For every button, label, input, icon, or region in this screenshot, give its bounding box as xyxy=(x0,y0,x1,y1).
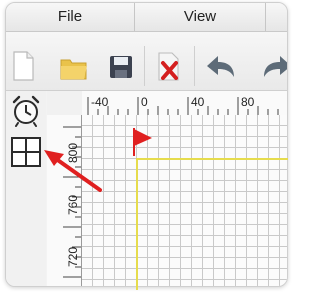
toolbar xyxy=(6,32,287,91)
menu-more[interactable] xyxy=(266,3,287,31)
open-folder-icon[interactable] xyxy=(58,49,88,83)
page-boundary xyxy=(136,158,288,290)
save-icon[interactable] xyxy=(106,49,136,83)
toolbar-separator xyxy=(194,46,195,86)
ruler-tick-label: 40 xyxy=(191,95,205,109)
menu-bar: File View xyxy=(6,3,287,32)
ruler-tick-label: -40 xyxy=(91,95,109,109)
redo-icon[interactable] xyxy=(256,49,287,83)
menu-view[interactable]: View xyxy=(135,3,266,31)
new-document-icon[interactable] xyxy=(8,49,38,83)
ruler-tick-label: 720 xyxy=(66,246,80,267)
horizontal-ruler: -40 0 40 80 xyxy=(82,91,287,116)
menu-file[interactable]: File xyxy=(6,3,135,31)
ruler-corner xyxy=(47,91,82,115)
annotation-arrow xyxy=(30,140,110,200)
delete-document-icon[interactable] xyxy=(154,49,184,83)
undo-icon[interactable] xyxy=(204,49,244,83)
ruler-tick-label: 80 xyxy=(241,95,255,109)
alarm-clock-icon[interactable] xyxy=(9,93,43,127)
toolbar-separator xyxy=(144,46,145,86)
start-flag-icon[interactable] xyxy=(130,126,156,158)
ruler-tick-label: 0 xyxy=(141,95,148,109)
